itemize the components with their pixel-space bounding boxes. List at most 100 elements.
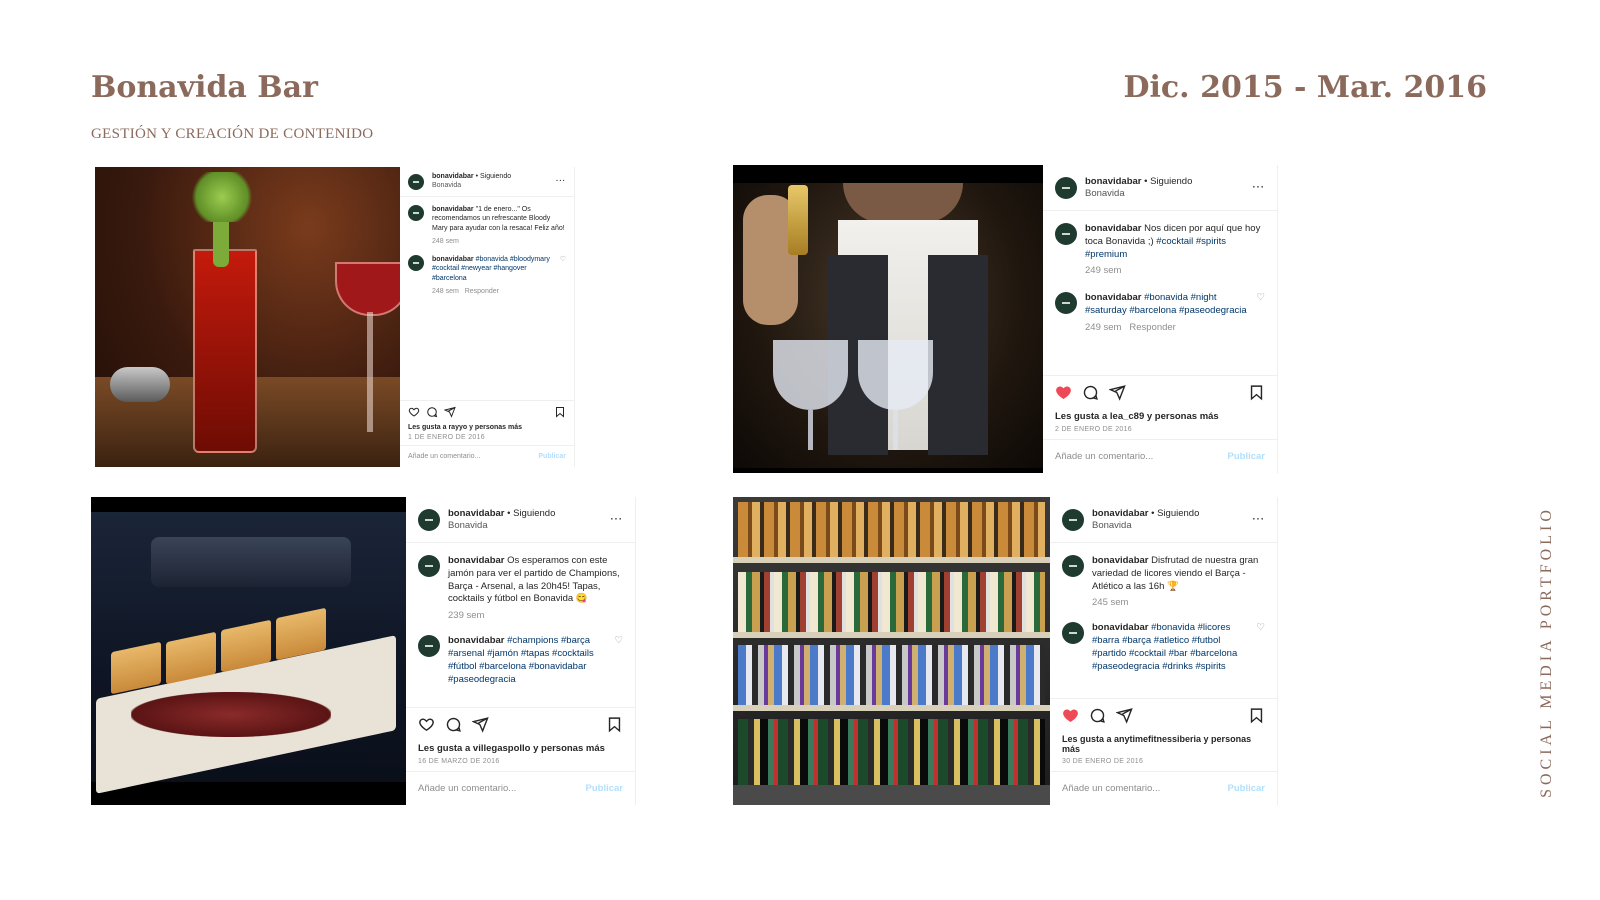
post-location[interactable]: Bonavida xyxy=(1092,520,1245,532)
heart-icon[interactable] xyxy=(1055,384,1072,401)
avatar[interactable] xyxy=(408,173,424,190)
caption-username[interactable]: bonavidabar xyxy=(1085,223,1142,234)
post-comments: bonavidabar Os esperamos con este jamón … xyxy=(406,543,635,707)
hashtag-comment: bonavidabar #bonavida #bloodymary #cockt… xyxy=(408,254,566,297)
avatar[interactable] xyxy=(1062,555,1084,577)
post-username[interactable]: bonavidabar xyxy=(1092,508,1149,519)
caption-username[interactable]: bonavidabar xyxy=(448,555,505,566)
more-options-icon[interactable]: ··· xyxy=(1253,514,1266,525)
bookmark-icon[interactable] xyxy=(1248,384,1265,401)
caption-username[interactable]: bonavidabar xyxy=(1092,555,1149,566)
publish-button[interactable]: Publicar xyxy=(586,783,624,794)
comment-username[interactable]: bonavidabar xyxy=(1085,292,1142,303)
avatar[interactable] xyxy=(418,635,440,658)
post-date: 2 DE ENERO DE 2016 xyxy=(1055,426,1132,433)
avatar[interactable] xyxy=(1062,622,1084,645)
comment-time: 249 sem xyxy=(1085,321,1122,333)
share-icon[interactable] xyxy=(444,406,456,418)
caption-time: 245 sem xyxy=(1092,597,1129,609)
post-panel: bonavidabar • Siguiendo Bonavida ··· bon… xyxy=(400,167,575,467)
post-header: bonavidabar • Siguiendo Bonavida ··· xyxy=(406,497,635,543)
add-comment-input[interactable]: Añade un comentario... xyxy=(1055,451,1228,462)
heart-icon[interactable] xyxy=(418,716,435,733)
instagram-post-1: bonavidabar • Siguiendo Bonavida ··· bon… xyxy=(95,167,575,467)
post-location[interactable]: Bonavida xyxy=(448,520,603,532)
post-location[interactable]: Bonavida xyxy=(432,182,548,191)
post-header: bonavidabar • Siguiendo Bonavida ··· xyxy=(1050,497,1277,543)
section-subtitle: GESTIÓN Y CREACIÓN DE CONTENIDO xyxy=(91,126,374,142)
caption-comment: bonavidabar "1 de enero..." Os recomenda… xyxy=(408,205,566,247)
portfolio-title: Bonavida Bar xyxy=(91,70,318,105)
avatar[interactable] xyxy=(418,508,440,531)
post-header: bonavidabar • Siguiendo Bonavida ··· xyxy=(1043,165,1277,211)
avatar[interactable] xyxy=(418,555,440,577)
share-icon[interactable] xyxy=(1109,384,1126,401)
reply-link[interactable]: Responder xyxy=(1129,322,1175,333)
publish-button[interactable]: Publicar xyxy=(1228,783,1266,794)
post-header: bonavidabar • Siguiendo Bonavida ··· xyxy=(400,167,574,197)
instagram-post-2: bonavidabar • Siguiendo Bonavida ··· bon… xyxy=(733,165,1278,473)
reply-link[interactable]: Responder xyxy=(465,288,499,295)
post-username[interactable]: bonavidabar xyxy=(432,173,474,180)
add-comment-input[interactable]: Añade un comentario... xyxy=(1062,783,1228,794)
heart-icon[interactable] xyxy=(408,406,420,418)
likes-count[interactable]: Les gusta a rayyo y personas más xyxy=(408,424,566,431)
post-comments: bonavidabar "1 de enero..." Os recomenda… xyxy=(400,197,574,400)
following-label[interactable]: • Siguiendo xyxy=(1151,508,1199,519)
likes-count[interactable]: Les gusta a lea_c89 y personas más xyxy=(1055,411,1265,422)
avatar[interactable] xyxy=(1055,292,1077,315)
bookmark-icon[interactable] xyxy=(1248,707,1265,724)
caption-username[interactable]: bonavidabar xyxy=(432,206,474,213)
comment-icon[interactable] xyxy=(1089,707,1106,724)
comment-username[interactable]: bonavidabar xyxy=(448,635,505,646)
post-username[interactable]: bonavidabar xyxy=(1085,176,1142,187)
side-label: SOCIAL MEDIA PORTFOLIO xyxy=(1538,506,1555,798)
likes-count[interactable]: Les gusta a anytimefitnessiberia y perso… xyxy=(1062,734,1265,754)
comment-username[interactable]: bonavidabar xyxy=(1092,622,1149,633)
post-date: 1 DE ENERO DE 2016 xyxy=(408,434,485,441)
more-options-icon[interactable]: ··· xyxy=(611,514,624,525)
caption-time: 249 sem xyxy=(1085,265,1122,277)
post-panel: bonavidabar • Siguiendo Bonavida ··· bon… xyxy=(406,497,636,805)
caption-comment: bonavidabar Nos dicen por aquí que hoy t… xyxy=(1055,223,1265,278)
post-actions xyxy=(1050,698,1277,732)
following-label[interactable]: • Siguiendo xyxy=(476,173,512,180)
comment-username[interactable]: bonavidabar xyxy=(432,256,474,263)
comment-heart-icon[interactable]: ♡ xyxy=(1256,622,1265,673)
comment-icon[interactable] xyxy=(426,406,438,418)
following-label[interactable]: • Siguiendo xyxy=(1144,176,1192,187)
add-comment-input[interactable]: Añade un comentario... xyxy=(408,453,538,460)
following-label[interactable]: • Siguiendo xyxy=(507,508,555,519)
avatar[interactable] xyxy=(1055,223,1077,245)
comment-heart-icon[interactable]: ♡ xyxy=(1256,292,1265,334)
hashtag-comment: bonavidabar #champions #barça #arsenal #… xyxy=(418,635,623,686)
bookmark-icon[interactable] xyxy=(606,716,623,733)
post-location[interactable]: Bonavida xyxy=(1085,188,1245,200)
share-icon[interactable] xyxy=(472,716,489,733)
avatar[interactable] xyxy=(1055,176,1077,199)
comment-icon[interactable] xyxy=(1082,384,1099,401)
likes-count[interactable]: Les gusta a villegaspollo y personas más xyxy=(418,743,623,754)
more-options-icon[interactable]: ··· xyxy=(1253,182,1266,193)
post-username[interactable]: bonavidabar xyxy=(448,508,505,519)
publish-button[interactable]: Publicar xyxy=(538,453,566,460)
avatar[interactable] xyxy=(408,205,424,221)
comment-heart-icon[interactable]: ♡ xyxy=(560,255,566,297)
hashtag-comment: bonavidabar #bonavida #night #saturday #… xyxy=(1055,292,1265,334)
avatar[interactable] xyxy=(408,254,424,271)
heart-icon[interactable] xyxy=(1062,707,1079,724)
post-actions xyxy=(400,400,574,422)
add-comment-input[interactable]: Añade un comentario... xyxy=(418,783,586,794)
avatar[interactable] xyxy=(1062,508,1084,531)
bookmark-icon[interactable] xyxy=(554,406,566,418)
add-comment-bar: Añade un comentario... Publicar xyxy=(406,771,635,805)
post-photo-bloody-mary xyxy=(95,167,400,467)
post-date: 16 DE MARZO DE 2016 xyxy=(418,758,500,765)
comment-icon[interactable] xyxy=(445,716,462,733)
publish-button[interactable]: Publicar xyxy=(1228,451,1266,462)
comment-heart-icon[interactable]: ♡ xyxy=(614,635,623,686)
share-icon[interactable] xyxy=(1116,707,1133,724)
add-comment-bar: Añade un comentario... Publicar xyxy=(400,445,574,467)
more-options-icon[interactable]: ··· xyxy=(556,178,566,185)
add-comment-bar: Añade un comentario... Publicar xyxy=(1043,439,1277,473)
